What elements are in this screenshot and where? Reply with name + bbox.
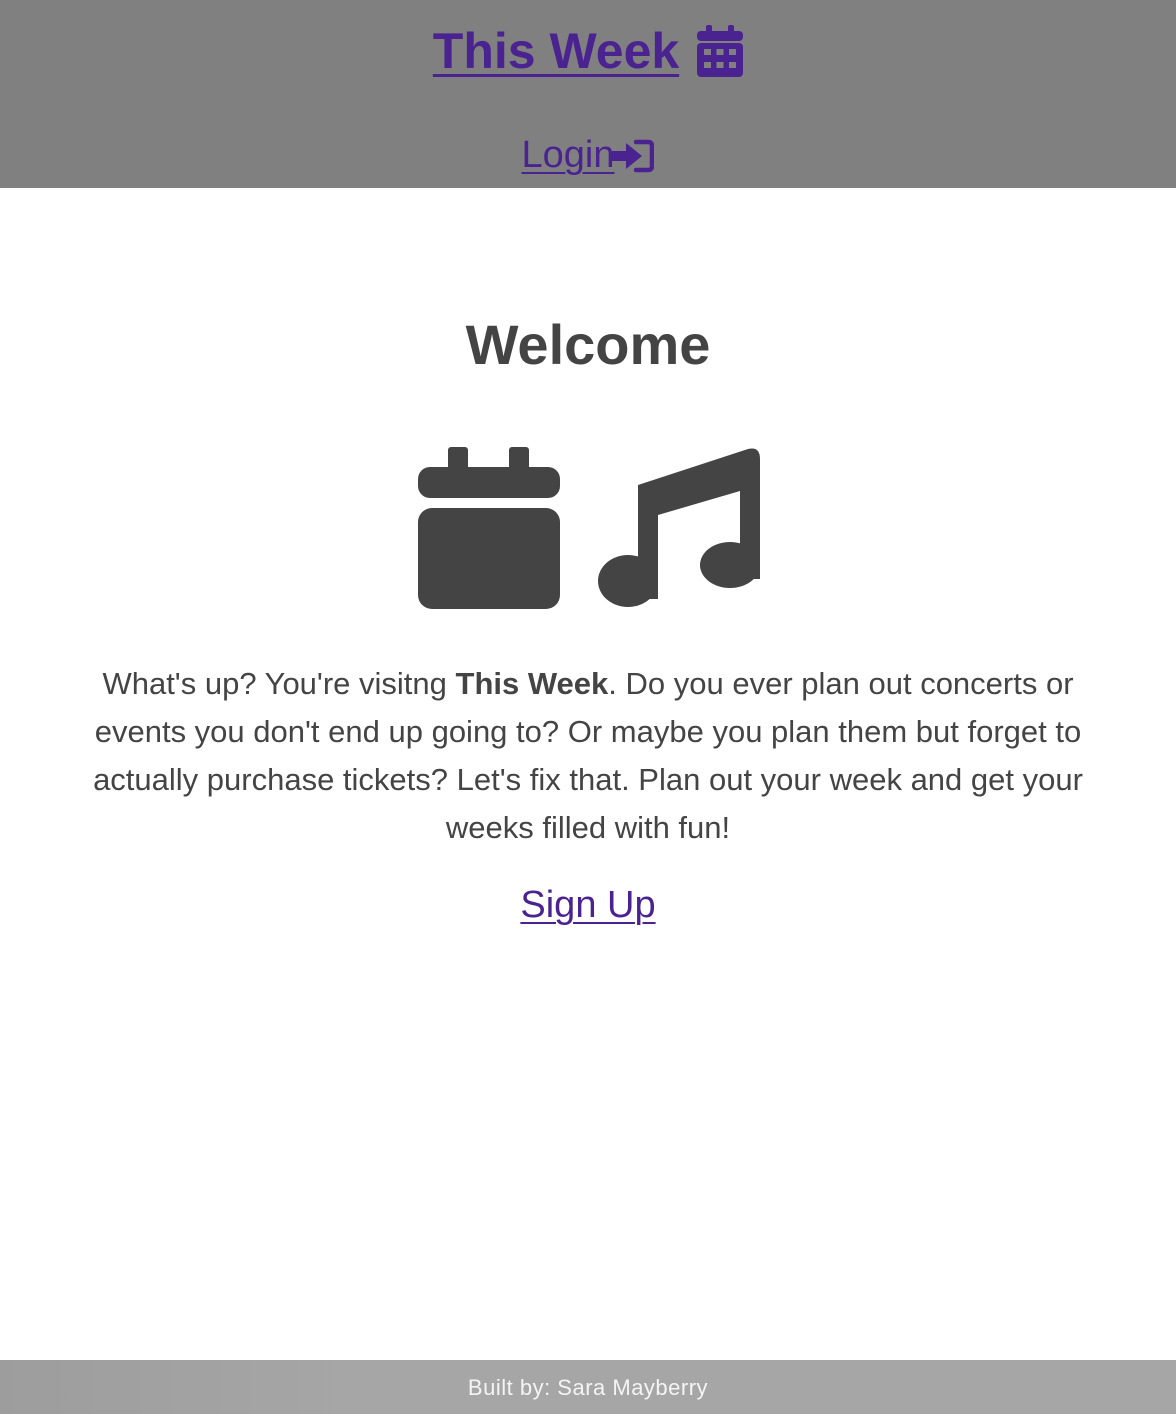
intro-text-start: What's up? You're visitng <box>102 666 456 701</box>
intro-paragraph: What's up? You're visitng This Week. Do … <box>58 660 1118 852</box>
page: This Week Login Welcome What's up? You'r… <box>0 0 1176 1414</box>
brand: This Week <box>0 22 1176 80</box>
calendar-icon <box>418 447 560 609</box>
signup-link[interactable]: Sign Up <box>520 884 655 926</box>
intro-brand-name: This Week <box>455 666 609 701</box>
footer-credit: Built by: Sara Mayberry <box>467 1375 709 1400</box>
calendar-icon <box>697 25 744 77</box>
sign-in-icon[interactable] <box>612 139 655 173</box>
music-note-icon <box>598 447 760 609</box>
site-header: This Week Login <box>0 0 1176 188</box>
login-nav: Login <box>0 134 1176 177</box>
login-link[interactable]: Login <box>522 134 615 176</box>
site-footer: Built by: Sara Mayberry <box>0 1360 1176 1414</box>
signup-container: Sign Up <box>0 884 1176 927</box>
hero-icons <box>418 447 760 609</box>
page-title: Welcome <box>465 313 711 376</box>
brand-link[interactable]: This Week <box>433 23 679 79</box>
